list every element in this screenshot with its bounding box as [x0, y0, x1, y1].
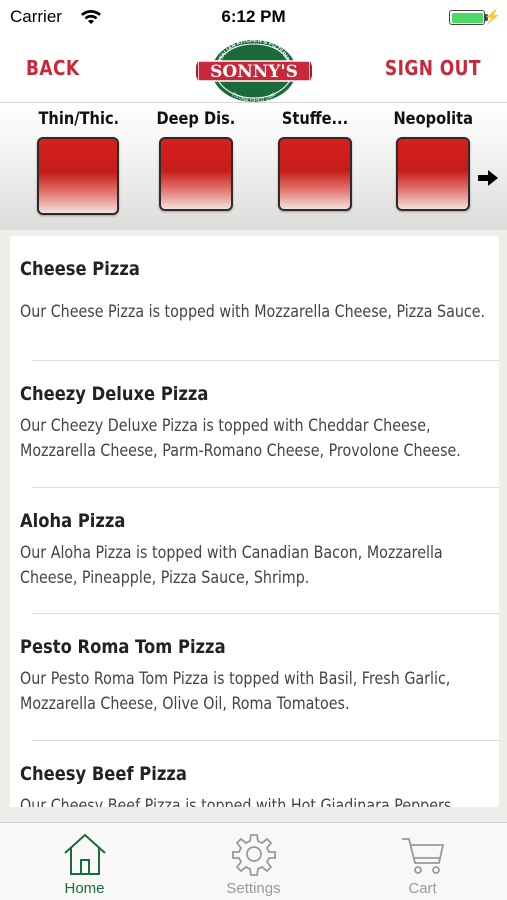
category-thin-thick[interactable]: Thin/Thic...	[32, 109, 124, 215]
item-description: Our Cheesy Beef Pizza is topped with Hot…	[20, 796, 452, 807]
tab-label: Settings	[226, 880, 281, 897]
category-tile	[396, 137, 470, 211]
sign-out-button[interactable]: SIGN OUT	[385, 56, 481, 80]
item-name: Cheezy Deluxe Pizza	[20, 383, 209, 405]
item-name: Cheese Pizza	[20, 258, 140, 280]
item-name: Pesto Roma Tom Pizza	[20, 636, 226, 658]
list-item[interactable]: Aloha Pizza Our Aloha Pizza is topped wi…	[10, 488, 499, 614]
tab-bar: Home Settings Cart	[0, 822, 507, 900]
arrow-right-icon[interactable]	[477, 169, 499, 187]
tab-home[interactable]: Home	[0, 823, 169, 900]
status-bar: Carrier 6:12 PM ⚡	[0, 0, 507, 36]
list-item[interactable]: Cheezy Deluxe Pizza Our Cheezy Deluxe Pi…	[10, 361, 499, 488]
list-item[interactable]: Cheesy Beef Pizza Our Cheesy Beef Pizza …	[10, 741, 499, 807]
back-button[interactable]: BACK	[26, 56, 79, 80]
tab-label: Home	[64, 880, 105, 897]
clock-time: 6:12 PM	[221, 7, 286, 26]
gear-icon	[232, 834, 276, 876]
category-stuffed[interactable]: Stuffe...	[269, 109, 361, 211]
header: BACK ITALIAN KITCHEN & PIZZERIA ESTABLIS…	[0, 36, 507, 102]
item-name: Aloha Pizza	[20, 510, 126, 532]
logo-wordmark: SONNY'S	[210, 62, 298, 82]
list-item[interactable]: Pesto Roma Tom Pizza Our Pesto Roma Tom …	[10, 614, 499, 741]
category-label: Deep Dis...	[156, 109, 236, 129]
item-description: Our Pesto Roma Tom Pizza is topped with …	[20, 669, 451, 714]
tab-settings[interactable]: Settings	[169, 823, 338, 900]
category-tile	[278, 137, 352, 211]
battery-icon	[449, 10, 485, 25]
category-label: Neopolitan	[393, 109, 473, 129]
item-description: Our Cheezy Deluxe Pizza is topped with C…	[20, 416, 461, 461]
menu-list[interactable]: Cheese Pizza Our Cheese Pizza is topped …	[10, 236, 499, 807]
category-tile	[37, 137, 119, 215]
item-name: Cheesy Beef Pizza	[20, 763, 187, 785]
item-description: Our Cheese Pizza is topped with Mozzarel…	[20, 302, 486, 322]
category-neopolitan[interactable]: Neopolitan	[387, 109, 479, 211]
sonnys-logo: ITALIAN KITCHEN & PIZZERIA ESTABLISHED 1…	[196, 38, 312, 102]
cart-icon	[402, 838, 445, 874]
list-item[interactable]: Cheese Pizza Our Cheese Pizza is topped …	[10, 236, 499, 361]
tab-label: Cart	[408, 880, 437, 897]
category-strip: Thin/Thic... Deep Dis... Stuffe... Neopo…	[0, 102, 507, 230]
charging-bolt-icon: ⚡	[483, 8, 501, 24]
tab-cart[interactable]: Cart	[338, 823, 507, 900]
item-description: Our Aloha Pizza is topped with Canadian …	[20, 543, 443, 588]
home-icon	[64, 833, 106, 875]
category-label: Stuffe...	[281, 109, 349, 129]
category-tile	[159, 137, 233, 211]
category-label: Thin/Thic...	[38, 109, 117, 129]
category-deep-dish[interactable]: Deep Dis...	[150, 109, 242, 211]
